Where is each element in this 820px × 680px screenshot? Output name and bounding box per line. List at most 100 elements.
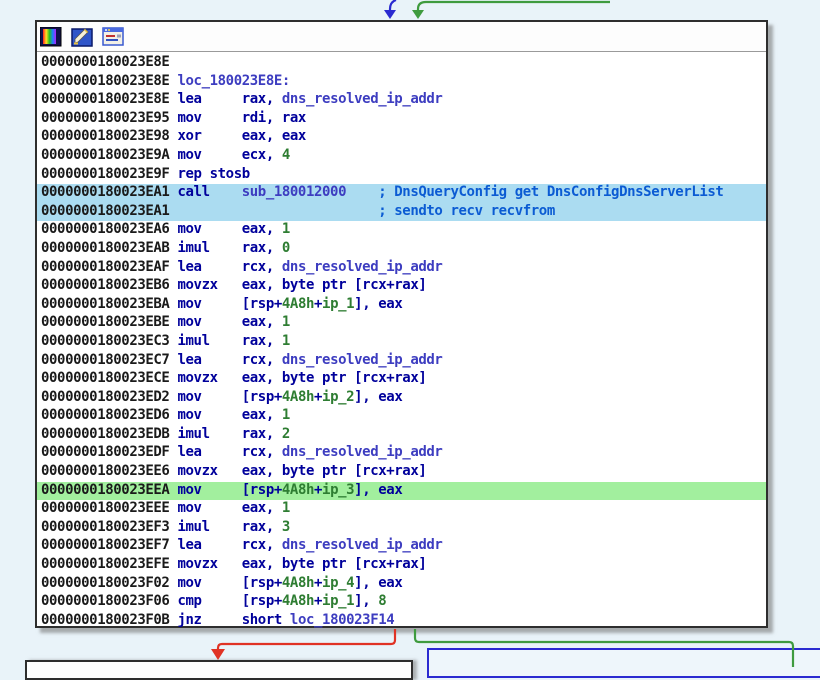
asm-token-mn: lea bbox=[178, 537, 242, 553]
asm-token-code: rax, bbox=[242, 333, 282, 349]
asm-token-addr: 0000000180023E8E bbox=[41, 91, 178, 107]
asm-line[interactable]: 0000000180023EDB imul rax, 2 bbox=[41, 426, 766, 445]
asm-line[interactable]: 0000000180023EE6 movzx eax, byte ptr [rc… bbox=[41, 463, 766, 482]
successor-node-right[interactable] bbox=[427, 648, 820, 678]
asm-line[interactable]: 0000000180023E8E bbox=[41, 54, 766, 73]
asm-token-mn: mov bbox=[178, 575, 242, 591]
asm-token-code: short bbox=[242, 612, 290, 628]
asm-token-num: 4A8h bbox=[282, 575, 314, 591]
asm-token-code: rcx, bbox=[242, 444, 282, 460]
asm-token-com: ; sendto recv recvfrom bbox=[178, 203, 555, 219]
asm-token-code: [rsp+ bbox=[242, 482, 282, 498]
asm-line[interactable]: 0000000180023EB6 movzx eax, byte ptr [rc… bbox=[41, 277, 766, 296]
asm-line[interactable]: 0000000180023EA1 ; sendto recv recvfrom bbox=[37, 203, 766, 222]
asm-token-mn: mov bbox=[178, 500, 242, 516]
asm-token-mn: movzx bbox=[178, 277, 242, 293]
asm-line[interactable]: 0000000180023E95 mov rdi, rax bbox=[41, 110, 766, 129]
edit-node-icon[interactable] bbox=[71, 27, 93, 47]
asm-token-mn: imul bbox=[178, 240, 242, 256]
asm-line[interactable]: 0000000180023E98 xor eax, eax bbox=[41, 128, 766, 147]
graph-view-background[interactable]: { "colors": { "bg": "#e9f3f9", "node-bg"… bbox=[0, 0, 820, 667]
asm-line[interactable]: 0000000180023EC3 imul rax, 1 bbox=[41, 333, 766, 352]
asm-token-code: rax, bbox=[242, 91, 282, 107]
asm-token-addr: 0000000180023EF3 bbox=[41, 519, 178, 535]
asm-line[interactable]: 0000000180023EBA mov [rsp+4A8h+ip_1], ea… bbox=[41, 296, 766, 315]
basic-block-node[interactable]: 0000000180023E8E0000000180023E8E loc_180… bbox=[35, 20, 768, 628]
disassembly-listing: 0000000180023E8E0000000180023E8E loc_180… bbox=[37, 52, 766, 630]
asm-token-name: dns_resolved_ip_addr bbox=[282, 352, 443, 368]
asm-token-name: dns_resolved_ip_addr bbox=[282, 444, 443, 460]
successor-node-left[interactable] bbox=[25, 660, 413, 680]
asm-token-addr: 0000000180023EA6 bbox=[41, 221, 178, 237]
asm-token-mn: mov bbox=[178, 221, 242, 237]
asm-line[interactable]: 0000000180023ECE movzx eax, byte ptr [rc… bbox=[41, 370, 766, 389]
asm-token-addr: 0000000180023E8E bbox=[41, 54, 169, 70]
asm-token-code: eax, bbox=[242, 314, 282, 330]
asm-token-name: sub_180012000 bbox=[242, 184, 346, 200]
asm-line[interactable]: 0000000180023EA6 mov eax, 1 bbox=[41, 221, 766, 240]
asm-token-mn: lea bbox=[178, 352, 242, 368]
asm-line[interactable]: 0000000180023E9A mov ecx, 4 bbox=[41, 147, 766, 166]
edge-out-red-not-taken bbox=[211, 629, 395, 660]
asm-token-code: eax, byte ptr [rcx+rax] bbox=[242, 370, 427, 386]
asm-token-code: ], eax bbox=[354, 296, 402, 312]
asm-line[interactable]: 0000000180023EFE movzx eax, byte ptr [rc… bbox=[41, 556, 766, 575]
asm-line[interactable]: 0000000180023E8E lea rax, dns_resolved_i… bbox=[41, 91, 766, 110]
group-node-icon[interactable] bbox=[102, 27, 124, 47]
asm-line[interactable]: 0000000180023EF3 imul rax, 3 bbox=[41, 519, 766, 538]
asm-token-mn: lea bbox=[178, 91, 242, 107]
asm-token-mn: mov bbox=[178, 314, 242, 330]
asm-line[interactable]: 0000000180023EF7 lea rcx, dns_resolved_i… bbox=[41, 537, 766, 556]
asm-token-addr: 0000000180023E98 bbox=[41, 128, 178, 144]
asm-token-num: ip_1 bbox=[322, 296, 354, 312]
edge-in-blue bbox=[384, 0, 396, 19]
asm-token-mn: mov bbox=[178, 110, 242, 126]
asm-line[interactable]: 0000000180023F0B jnz short loc_180023F14 bbox=[41, 612, 766, 631]
asm-line[interactable]: 0000000180023ED2 mov [rsp+4A8h+ip_2], ea… bbox=[41, 389, 766, 408]
asm-token-num: 4A8h bbox=[282, 296, 314, 312]
asm-token-code: rax, bbox=[242, 426, 282, 442]
asm-token-addr: 0000000180023E95 bbox=[41, 110, 178, 126]
asm-line[interactable]: 0000000180023EC7 lea rcx, dns_resolved_i… bbox=[41, 352, 766, 371]
asm-token-addr: 0000000180023EC3 bbox=[41, 333, 178, 349]
asm-token-code: eax, byte ptr [rcx+rax] bbox=[242, 556, 427, 572]
asm-token-name: loc_180023F14 bbox=[290, 612, 394, 628]
asm-line[interactable]: 0000000180023ED6 mov eax, 1 bbox=[41, 407, 766, 426]
asm-line[interactable]: 0000000180023F06 cmp [rsp+4A8h+ip_1], 8 bbox=[41, 593, 766, 612]
asm-token-mn: rep stosb bbox=[178, 166, 250, 182]
asm-token-code: ], eax bbox=[354, 389, 402, 405]
asm-token-code: eax, bbox=[242, 407, 282, 423]
asm-line[interactable]: 0000000180023EBE mov eax, 1 bbox=[41, 314, 766, 333]
asm-line[interactable]: 0000000180023EEE mov eax, 1 bbox=[41, 500, 766, 519]
asm-token-code: + bbox=[314, 482, 322, 498]
asm-token-num: 0 bbox=[282, 240, 290, 256]
asm-token-code: + bbox=[314, 296, 322, 312]
asm-token-num: 1 bbox=[282, 221, 290, 237]
asm-token-name: dns_resolved_ip_addr bbox=[282, 259, 443, 275]
node-toolbar bbox=[37, 22, 766, 52]
asm-line[interactable]: 0000000180023EAB imul rax, 0 bbox=[41, 240, 766, 259]
asm-token-code: eax, eax bbox=[242, 128, 306, 144]
asm-line[interactable]: 0000000180023EA1 call sub_180012000 ; Dn… bbox=[37, 184, 766, 203]
asm-token-code: eax, bbox=[242, 500, 282, 516]
asm-token-code: eax, bbox=[242, 221, 282, 237]
node-color-icon[interactable] bbox=[40, 27, 62, 47]
asm-token-mn: xor bbox=[178, 128, 242, 144]
asm-token-num: ip_4 bbox=[322, 575, 354, 591]
asm-token-code: rcx, bbox=[242, 259, 282, 275]
asm-token-num: ip_3 bbox=[322, 482, 354, 498]
asm-token-addr: 0000000180023EEA bbox=[41, 482, 178, 498]
asm-line[interactable]: 0000000180023EAF lea rcx, dns_resolved_i… bbox=[41, 259, 766, 278]
asm-token-num: 1 bbox=[282, 333, 290, 349]
asm-token-code: ecx, bbox=[242, 147, 282, 163]
asm-token-code: rax, bbox=[242, 519, 282, 535]
asm-token-name: dns_resolved_ip_addr bbox=[282, 91, 443, 107]
asm-token-addr: 0000000180023E8E bbox=[41, 73, 178, 89]
asm-token-num: 2 bbox=[282, 426, 290, 442]
asm-line[interactable]: 0000000180023E9F rep stosb bbox=[41, 166, 766, 185]
asm-line[interactable]: 0000000180023E8E loc_180023E8E: bbox=[41, 73, 766, 92]
asm-line[interactable]: 0000000180023EDF lea rcx, dns_resolved_i… bbox=[41, 444, 766, 463]
asm-line[interactable]: 0000000180023EEA mov [rsp+4A8h+ip_3], ea… bbox=[37, 482, 766, 501]
asm-token-code: [rsp+ bbox=[242, 296, 282, 312]
asm-line[interactable]: 0000000180023F02 mov [rsp+4A8h+ip_4], ea… bbox=[41, 575, 766, 594]
